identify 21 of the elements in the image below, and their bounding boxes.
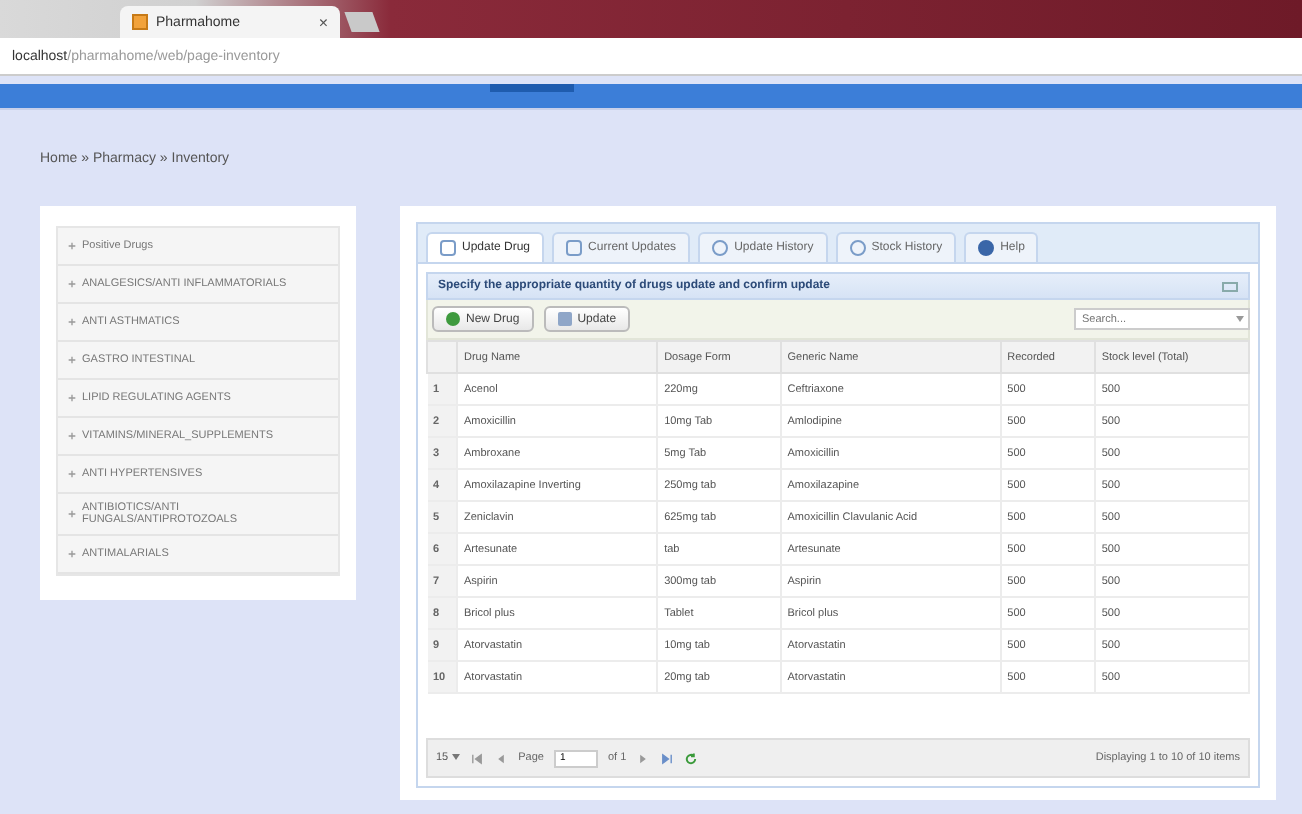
add-icon bbox=[446, 312, 460, 326]
previous-page-icon[interactable] bbox=[494, 751, 509, 765]
next-page-icon[interactable] bbox=[636, 751, 651, 765]
expand-icon[interactable] bbox=[68, 394, 76, 402]
expand-icon[interactable] bbox=[68, 318, 76, 326]
last-page-icon[interactable] bbox=[660, 751, 675, 765]
nav-indicator bbox=[490, 84, 574, 92]
refresh-icon[interactable] bbox=[684, 751, 699, 765]
collapse-icon[interactable] bbox=[1222, 281, 1238, 291]
caret-icon bbox=[452, 754, 461, 761]
expand-icon[interactable] bbox=[68, 510, 76, 518]
page-icon bbox=[132, 14, 148, 30]
expand-icon[interactable] bbox=[68, 550, 76, 558]
close-icon[interactable]: × bbox=[318, 13, 328, 31]
expand-icon[interactable] bbox=[68, 470, 76, 478]
expand-icon[interactable] bbox=[68, 432, 76, 440]
expand-icon[interactable] bbox=[68, 242, 76, 250]
first-page-icon[interactable] bbox=[470, 751, 485, 765]
new-tab-button[interactable] bbox=[344, 12, 380, 32]
expand-icon[interactable] bbox=[68, 280, 76, 288]
expand-icon[interactable] bbox=[68, 356, 76, 364]
